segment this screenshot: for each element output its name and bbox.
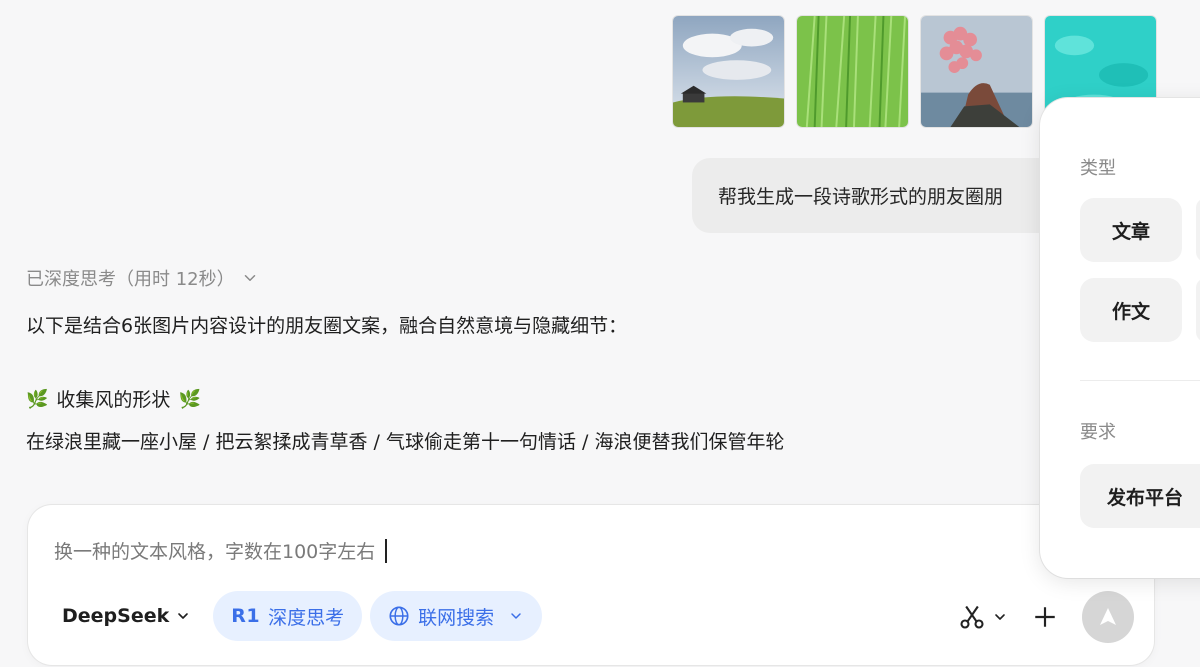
requirement-chip-platform[interactable]: 发布平台 (1080, 464, 1200, 528)
composer-toolbar: DeepSeek R1 深度思考 联网搜索 (48, 591, 543, 641)
requirement-section-label: 要求 (1080, 422, 1116, 443)
chevron-down-icon (244, 275, 255, 281)
send-arrow-icon (1100, 608, 1116, 625)
assistant-reply: 以下是结合6张图片内容设计的朋友圈文案，融合自然意境与隐藏细节： 🌿 收集风的形… (26, 310, 784, 458)
web-search-button[interactable]: 联网搜索 (370, 591, 543, 641)
type-section-label: 类型 (1080, 158, 1116, 179)
message-input[interactable]: 换一种的文本风格，字数在100字左右 (54, 537, 388, 564)
writing-options-panel: 类型 文章 作文 要求 发布平台 (1040, 98, 1200, 578)
text-caret (385, 538, 388, 563)
globe-icon (389, 606, 409, 626)
chevron-down-icon (995, 614, 1005, 620)
reply-intro: 以下是结合6张图片内容设计的朋友圈文案，融合自然意境与隐藏细节： (26, 315, 628, 337)
poem-title-row: 🌿 收集风的形状 🌿 (26, 384, 784, 416)
chevron-down-icon (178, 613, 189, 619)
r1-icon: R1 (231, 605, 261, 627)
deep-think-label: 深度思考 (268, 606, 345, 629)
tools-menu-button[interactable] (958, 592, 1008, 642)
deep-think-button[interactable]: R1 深度思考 (213, 591, 363, 641)
type-chip-partial[interactable] (1196, 278, 1200, 342)
image-house-on-hill[interactable] (672, 15, 785, 128)
panel-divider (1080, 380, 1200, 381)
model-label: DeepSeek (62, 605, 170, 627)
leaf-icon: 🌿 (26, 389, 49, 410)
thinking-duration-label: 已深度思考（用时 12秒） (26, 269, 235, 290)
leaf-icon: 🌿 (178, 389, 201, 410)
message-input-text: 换一种的文本风格，字数在100字左右 (54, 541, 376, 563)
poem-line: 在绿浪里藏一座小屋 / 把云絮揉成青草香 / 气球偷走第十一句情话 / 海浪便替… (26, 431, 785, 453)
message-composer: 换一种的文本风格，字数在100字左右 DeepSeek R1 深度思考 联网搜索 (28, 505, 1154, 665)
model-selector[interactable]: DeepSeek (48, 591, 205, 641)
scissors-icon (960, 605, 984, 629)
type-chip-essay[interactable]: 作文 (1080, 278, 1182, 342)
user-message-text: 帮我生成一段诗歌形式的朋友圈朋 (718, 186, 1004, 208)
chevron-down-icon[interactable] (508, 608, 524, 624)
type-chip-article[interactable]: 文章 (1080, 198, 1182, 262)
add-attachment-button[interactable] (1022, 592, 1068, 642)
deep-thinking-toggle[interactable]: 已深度思考（用时 12秒） (26, 265, 259, 291)
type-chip-partial[interactable] (1196, 198, 1200, 262)
composer-actions (958, 591, 1134, 643)
send-button[interactable] (1082, 591, 1134, 643)
plus-icon (1035, 607, 1055, 627)
web-search-label: 联网搜索 (418, 606, 495, 629)
poem-title: 收集风的形状 (56, 389, 171, 411)
image-green-grass[interactable] (796, 15, 909, 128)
image-woman-balloons[interactable] (920, 15, 1033, 128)
